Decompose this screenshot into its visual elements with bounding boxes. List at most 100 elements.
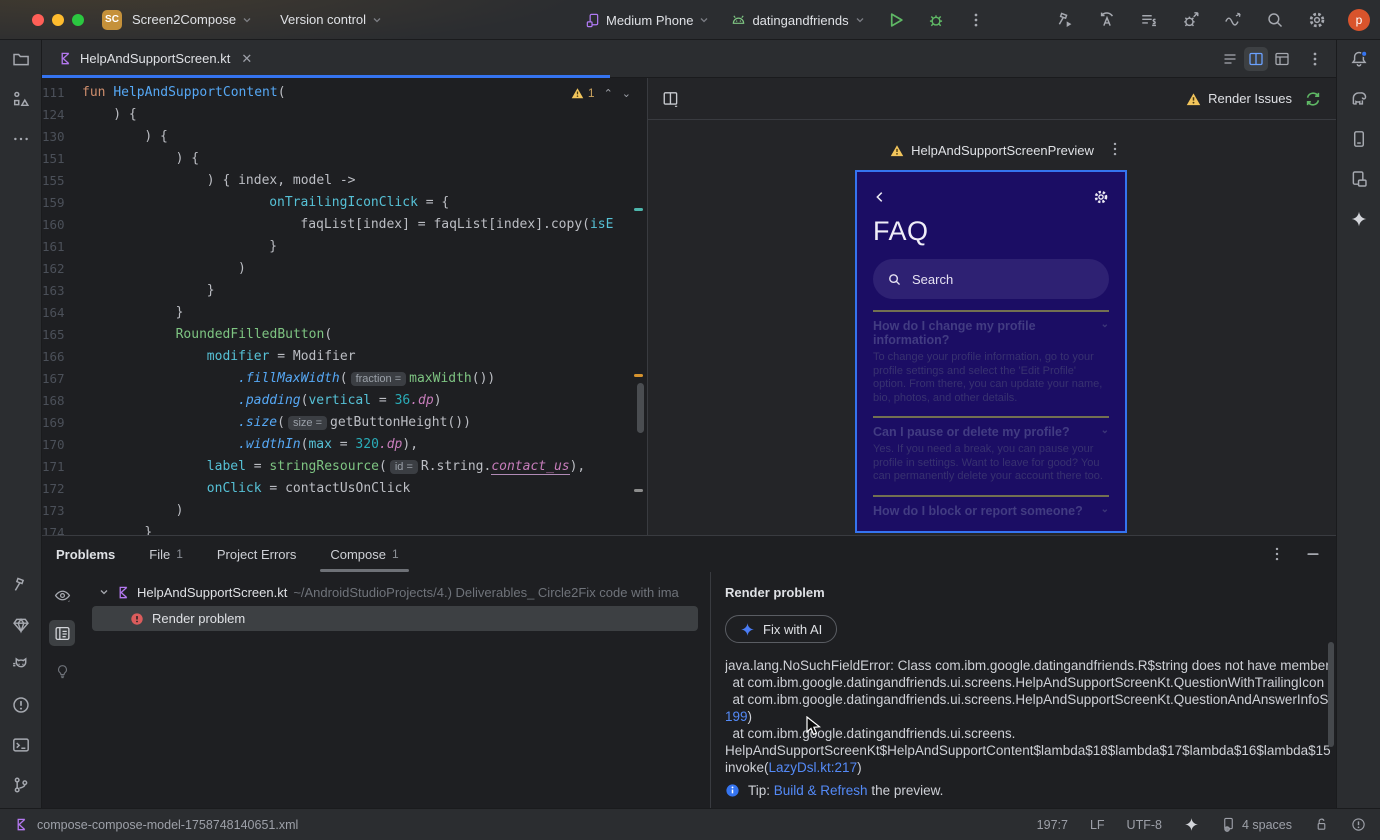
project-selector[interactable]: Screen2Compose — [132, 12, 252, 27]
tab-file[interactable]: File 1 — [145, 536, 187, 572]
ai-sparkle-status-icon[interactable] — [1184, 817, 1199, 832]
line-number[interactable]: 124 — [42, 104, 78, 126]
render-issues-button[interactable]: Render Issues — [1186, 91, 1292, 106]
line-number[interactable]: 173 — [42, 500, 78, 522]
phone-preview-frame[interactable]: FAQ Search How do I change my profile in… — [855, 170, 1127, 533]
status-file-name[interactable]: compose-compose-model-1758748140651.xml — [37, 818, 298, 832]
code-line: 171 label = stringResource(id = R.string.c… — [42, 456, 647, 478]
user-avatar[interactable]: p — [1348, 9, 1370, 31]
line-number[interactable]: 151 — [42, 148, 78, 170]
build-hammer-icon[interactable] — [12, 576, 30, 594]
line-number[interactable]: 163 — [42, 280, 78, 302]
device-selector[interactable]: Medium Phone — [585, 13, 709, 28]
editor-tab[interactable]: HelpAndSupportScreen.kt ✕ — [42, 40, 262, 77]
line-number[interactable]: 174 — [42, 522, 78, 535]
settings-icon[interactable] — [1308, 11, 1326, 29]
logcat-icon[interactable] — [12, 656, 30, 674]
gemini-sparkle-icon[interactable] — [1350, 210, 1368, 228]
app-insights-icon[interactable] — [12, 616, 30, 634]
more-tool-windows-icon[interactable] — [12, 130, 30, 148]
hide-panel-icon[interactable] — [1304, 545, 1322, 563]
terminal-icon[interactable] — [12, 736, 30, 754]
line-number[interactable]: 130 — [42, 126, 78, 148]
preview-name-row[interactable]: HelpAndSupportScreenPreview — [648, 143, 1336, 158]
notifications-bell-icon[interactable] — [1350, 50, 1368, 68]
zoom-window-button[interactable] — [72, 13, 84, 26]
attach-debugger-icon[interactable] — [1182, 11, 1200, 29]
refresh-preview-icon[interactable] — [1304, 90, 1322, 108]
build-refresh-link[interactable]: Build & Refresh — [774, 783, 868, 798]
line-number[interactable]: 169 — [42, 412, 78, 434]
prev-issue-icon[interactable]: ⌃ — [604, 87, 613, 100]
structure-icon[interactable] — [12, 90, 30, 108]
panel-options-kebab-icon[interactable] — [1268, 545, 1286, 563]
problems-tree: HelpAndSupportScreen.kt ~/AndroidStudioP… — [82, 572, 710, 808]
code-view-icon[interactable] — [1218, 47, 1242, 71]
line-number[interactable]: 171 — [42, 456, 78, 478]
line-number[interactable]: 162 — [42, 258, 78, 280]
fix-with-ai-button[interactable]: Fix with AI — [725, 615, 838, 643]
close-window-button[interactable] — [32, 13, 44, 26]
preview-eye-icon[interactable] — [49, 582, 75, 608]
code-assist-icon[interactable] — [1098, 11, 1116, 29]
line-number[interactable]: 155 — [42, 170, 78, 192]
run-button[interactable] — [887, 11, 905, 29]
line-number[interactable]: 166 — [42, 346, 78, 368]
project-folder-icon[interactable] — [12, 50, 30, 68]
indent-widget[interactable]: 4 spaces — [1221, 817, 1292, 832]
source-link[interactable]: LazyDsl.kt:217 — [769, 760, 858, 775]
next-issue-icon[interactable]: ⌄ — [622, 87, 631, 100]
code-editor[interactable]: 1 ⌃ ⌄ 111 fun HelpAndSupportContent(124) … — [42, 78, 648, 535]
line-number[interactable]: 164 — [42, 302, 78, 324]
lightbulb-icon[interactable] — [49, 658, 75, 684]
device-manager-icon[interactable] — [1350, 130, 1368, 148]
git-branch-icon[interactable] — [12, 776, 30, 794]
preview-layout-icon[interactable] — [662, 90, 680, 108]
tip-row: Tip: Build & Refresh the preview. — [725, 783, 1336, 798]
virtual-device-icon — [585, 13, 600, 28]
gradle-icon[interactable] — [1350, 90, 1368, 108]
run-configuration-selector[interactable]: datingandfriends — [731, 13, 864, 28]
line-number[interactable]: 168 — [42, 390, 78, 412]
detail-scrollbar[interactable] — [1328, 642, 1334, 747]
debug-button[interactable] — [927, 11, 945, 29]
problems-icon[interactable] — [12, 696, 30, 714]
editor-scrollbar[interactable] — [637, 383, 644, 433]
search-icon[interactable] — [1266, 11, 1284, 29]
details-view-icon[interactable] — [49, 620, 75, 646]
design-view-icon[interactable] — [1270, 47, 1294, 71]
editor-options-kebab-icon[interactable] — [1306, 50, 1324, 68]
line-ending[interactable]: LF — [1090, 818, 1105, 832]
render-problem-row[interactable]: Render problem — [92, 606, 698, 631]
line-number[interactable]: 159 — [42, 192, 78, 214]
profiler-icon[interactable] — [1224, 11, 1242, 29]
line-number[interactable]: 161 — [42, 236, 78, 258]
preview-options-kebab-icon[interactable] — [1106, 140, 1124, 158]
unlock-icon[interactable] — [1314, 817, 1329, 832]
line-number[interactable]: 170 — [42, 434, 78, 456]
line-number[interactable]: 172 — [42, 478, 78, 500]
tab-compose[interactable]: Compose 1 — [320, 536, 410, 572]
source-link[interactable]: 199 — [725, 709, 748, 724]
more-actions-kebab-icon[interactable] — [967, 11, 985, 29]
line-number[interactable]: 165 — [42, 324, 78, 346]
problems-file-row[interactable]: HelpAndSupportScreen.kt ~/AndroidStudioP… — [82, 580, 710, 604]
problems-indicator-icon[interactable] — [1351, 817, 1366, 832]
build-run-icon[interactable] — [1056, 11, 1074, 29]
inspection-widget[interactable]: 1 ⌃ ⌄ — [571, 86, 631, 100]
vcs-widget[interactable]: Version control — [280, 12, 382, 27]
line-number[interactable]: 167 — [42, 368, 78, 390]
file-encoding[interactable]: UTF-8 — [1127, 818, 1162, 832]
tip-prefix: Tip: — [748, 783, 774, 798]
tab-project-errors[interactable]: Project Errors — [213, 536, 300, 572]
caret-position[interactable]: 197:7 — [1037, 818, 1068, 832]
minimize-window-button[interactable] — [52, 13, 64, 26]
close-tab-icon[interactable]: ✕ — [241, 51, 252, 67]
line-number[interactable]: 160 — [42, 214, 78, 236]
line-number[interactable]: 111 — [42, 82, 78, 104]
titlebar: SC Screen2Compose Version control Medium… — [0, 0, 1380, 40]
split-view-icon[interactable] — [1244, 46, 1268, 71]
running-devices-icon[interactable] — [1350, 170, 1368, 188]
todo-list-icon[interactable] — [1140, 11, 1158, 29]
status-bar: compose-compose-model-1758748140651.xml … — [0, 808, 1380, 840]
